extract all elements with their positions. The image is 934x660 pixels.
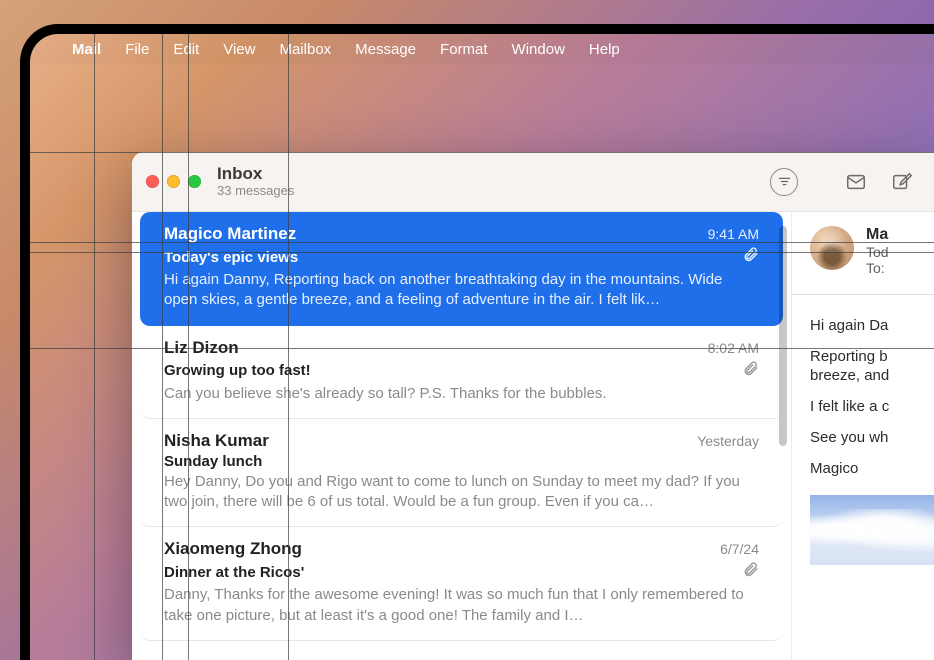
message-sender: Magico Martinez (164, 224, 296, 244)
message-time: Yesterday (697, 433, 759, 449)
body-line: See you wh (810, 429, 934, 446)
menu-mailbox[interactable]: Mailbox (267, 41, 343, 58)
message-subject: Sunday lunch (164, 453, 262, 470)
reading-to-label: To: (866, 260, 889, 276)
body-line: Reporting b (810, 348, 934, 365)
message-row[interactable]: Xiaomeng Zhong 6/7/24 Dinner at the Rico… (140, 527, 783, 641)
message-preview: Danny, Thanks for the awesome evening! I… (164, 585, 759, 626)
body-line: Hi again Da (810, 317, 934, 334)
menu-view[interactable]: View (211, 41, 267, 58)
window-titlebar: Inbox 33 messages (132, 152, 934, 212)
envelope-icon (845, 171, 867, 193)
window-controls (146, 175, 201, 188)
message-time: 8:02 AM (708, 340, 759, 356)
filter-button[interactable] (770, 168, 798, 196)
window-content: Magico Martinez 9:41 AM Today's epic vie… (132, 212, 934, 660)
device-frame: Mail File Edit View Mailbox Message Form… (20, 24, 934, 660)
attachment-icon (742, 360, 759, 382)
message-subject: Today's epic views (164, 249, 298, 266)
menubar-app-name[interactable]: Mail (60, 41, 113, 58)
body-line: I felt like a c (810, 398, 934, 415)
message-preview: Can you believe she's already so tall? P… (164, 384, 759, 404)
divider (792, 294, 934, 295)
compose-button[interactable] (884, 166, 920, 198)
message-sender: Nisha Kumar (164, 431, 269, 451)
minimize-button[interactable] (167, 175, 180, 188)
list-scrollbar[interactable] (779, 226, 787, 446)
message-preview: Hi again Danny, Reporting back on anothe… (164, 270, 759, 311)
mail-window: Inbox 33 messages (132, 152, 934, 660)
mailbox-title: Inbox (217, 165, 294, 184)
message-sender: Xiaomeng Zhong (164, 539, 302, 559)
filter-lines-icon (777, 174, 792, 189)
get-mail-button[interactable] (838, 166, 874, 198)
reading-pane: Ma Tod To: Hi again Da Reporting b breez… (792, 212, 934, 660)
message-subject: Dinner at the Ricos' (164, 564, 304, 581)
menu-help[interactable]: Help (577, 41, 632, 58)
body-line: breeze, and (810, 367, 934, 384)
message-preview: Hey Danny, Do you and Rigo want to come … (164, 472, 759, 513)
menu-message[interactable]: Message (343, 41, 428, 58)
compose-icon (891, 171, 913, 193)
reading-from: Ma (866, 226, 889, 244)
message-list[interactable]: Magico Martinez 9:41 AM Today's epic vie… (132, 212, 792, 660)
menu-file[interactable]: File (113, 41, 161, 58)
message-time: 6/7/24 (720, 541, 759, 557)
message-sender: Liz Dizon (164, 338, 239, 358)
attachment-icon (742, 246, 759, 268)
message-row[interactable]: Liz Dizon 8:02 AM Growing up too fast! C… (140, 326, 783, 419)
mailbox-subtitle: 33 messages (217, 183, 294, 198)
message-row[interactable]: Magico Martinez 9:41 AM Today's epic vie… (140, 212, 783, 326)
reading-subject: Tod (866, 244, 889, 260)
menu-format[interactable]: Format (428, 41, 500, 58)
body-line: Magico (810, 460, 934, 477)
guide-line (94, 34, 95, 660)
zoom-button[interactable] (188, 175, 201, 188)
sender-avatar[interactable] (810, 226, 854, 270)
message-row[interactable]: Nisha Kumar Yesterday Sunday lunch Hey D… (140, 419, 783, 528)
desktop-screen: Mail File Edit View Mailbox Message Form… (30, 34, 934, 660)
menu-window[interactable]: Window (500, 41, 577, 58)
message-header: Ma Tod To: (810, 226, 934, 276)
attachment-icon (742, 561, 759, 583)
attachment-photo[interactable] (810, 495, 934, 565)
message-subject: Growing up too fast! (164, 362, 311, 379)
system-menubar: Mail File Edit View Mailbox Message Form… (30, 34, 934, 64)
message-time: 9:41 AM (708, 226, 759, 242)
close-button[interactable] (146, 175, 159, 188)
menu-edit[interactable]: Edit (161, 41, 211, 58)
